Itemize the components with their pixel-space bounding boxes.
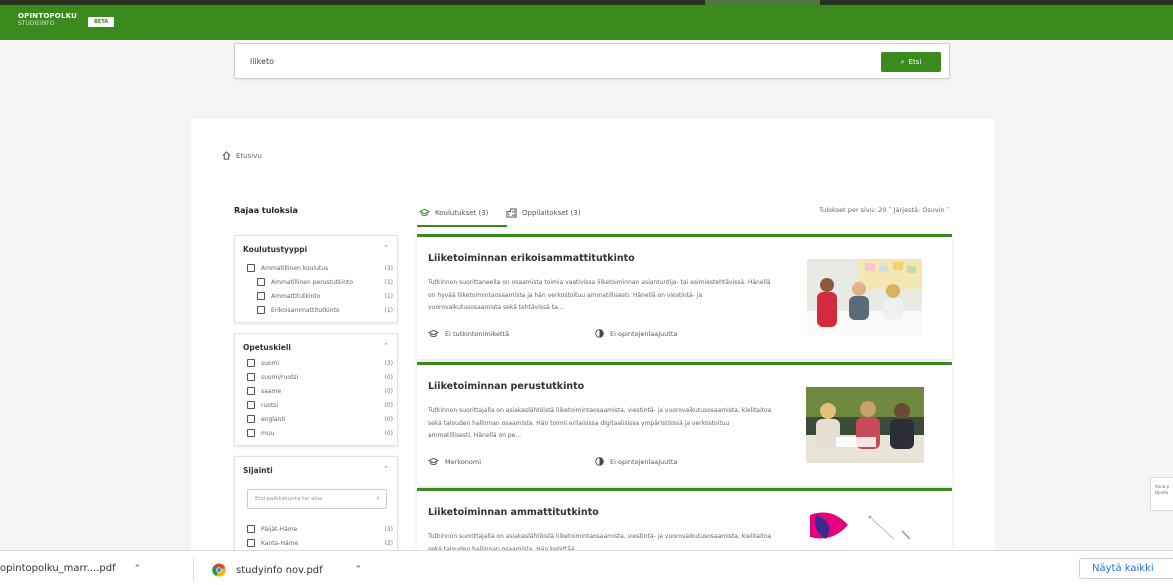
checkbox[interactable] bbox=[257, 306, 265, 314]
result-description: Tutkinnon suorittajalla on asiakaslähtöi… bbox=[428, 407, 772, 439]
location-search-input[interactable]: Etsi paikkakunta tai alue ⌕ bbox=[247, 489, 387, 509]
checkbox[interactable] bbox=[247, 539, 255, 547]
result-title[interactable]: Liiketoiminnan erikoisammattitutkinto bbox=[428, 253, 635, 264]
filter-title: Opetuskieli bbox=[243, 343, 292, 352]
graduation-cap-icon bbox=[428, 329, 439, 338]
result-title[interactable]: Liiketoiminnan perustutkinto bbox=[428, 381, 584, 392]
breadcrumb-home[interactable]: Etusivu bbox=[236, 152, 262, 160]
graduation-cap-icon bbox=[419, 208, 430, 217]
chrome-pdf-icon bbox=[212, 563, 226, 577]
download-filename[interactable]: studyinfo nov.pdf bbox=[236, 565, 323, 576]
checkbox[interactable] bbox=[257, 278, 265, 286]
checkbox[interactable] bbox=[247, 373, 255, 381]
opintopolku-logo[interactable]: OPINTOPOLKU STUDIEINFO bbox=[18, 13, 77, 28]
checkbox[interactable] bbox=[247, 415, 255, 423]
checkbox[interactable] bbox=[247, 359, 255, 367]
active-tab-indicator bbox=[417, 225, 507, 227]
filter-option[interactable]: Ammatillinen perustutkinto (1) bbox=[257, 277, 393, 287]
search-input[interactable]: liiketo bbox=[250, 57, 274, 66]
filters-title: Rajaa tuloksia bbox=[234, 206, 298, 215]
top-bar: OPINTOPOLKU STUDIEINFO BETA bbox=[0, 0, 1173, 40]
result-scope: Ei opintojenlaajuutta bbox=[595, 329, 677, 338]
search-icon: ⌕ bbox=[900, 57, 905, 66]
search-box[interactable]: liiketo ⌕ Etsi bbox=[234, 43, 950, 79]
feedback-tab[interactable]: Anna p Opinto bbox=[1150, 477, 1173, 511]
home-icon bbox=[222, 151, 231, 160]
search-button[interactable]: ⌕ Etsi bbox=[881, 52, 941, 72]
filter-option[interactable]: saame (0) bbox=[247, 386, 393, 396]
show-all-downloads-button[interactable]: Näytä kaikki bbox=[1079, 558, 1173, 579]
result-image-logo bbox=[802, 509, 927, 550]
download-filename[interactable]: opintopolku_marr....pdf bbox=[0, 563, 116, 574]
filter-option[interactable]: Kanta-Häme (2) bbox=[247, 538, 393, 548]
result-degree: Ei tutkintonimikettä bbox=[428, 329, 509, 338]
result-image-people bbox=[807, 259, 922, 335]
clock-icon bbox=[595, 329, 604, 338]
chevron-up-icon[interactable]: ⌃ bbox=[383, 465, 389, 473]
graduation-cap-icon bbox=[428, 457, 439, 466]
result-card[interactable]: Liiketoiminnan erikoisammattitutkinto Tu… bbox=[417, 234, 952, 359]
filter-option[interactable]: Ammatillinen koulutus (3) bbox=[247, 263, 393, 273]
chevron-up-icon[interactable]: ⌃ bbox=[355, 565, 363, 575]
result-image-students bbox=[806, 387, 924, 463]
beta-badge: BETA bbox=[88, 17, 115, 27]
result-description: Tutkinnon suorittaneella on osaamista to… bbox=[428, 279, 771, 311]
checkbox[interactable] bbox=[247, 525, 255, 533]
chevron-up-icon[interactable]: ⌃ bbox=[383, 244, 389, 252]
checkbox[interactable] bbox=[257, 292, 265, 300]
filter-option[interactable]: muu (0) bbox=[247, 428, 393, 438]
result-title[interactable]: Liiketoiminnan ammattitutkinto bbox=[428, 507, 599, 518]
filter-option[interactable]: ruotsi (0) bbox=[247, 400, 393, 410]
checkbox[interactable] bbox=[247, 429, 255, 437]
checkbox[interactable] bbox=[247, 401, 255, 409]
filter-option[interactable]: suomi/ruotsi (0) bbox=[247, 372, 393, 382]
breadcrumb[interactable]: Etusivu bbox=[222, 151, 262, 160]
result-scope: Ei opintojenlaajuutta bbox=[595, 457, 677, 466]
search-icon: ⌕ bbox=[376, 494, 380, 502]
filter-option[interactable]: Ammattitutkinto (1) bbox=[257, 291, 393, 301]
filter-koulutustyyppi: Koulutustyyppi ⌃ Ammatillinen koulutus (3… bbox=[234, 235, 398, 323]
result-card[interactable]: Liiketoiminnan ammattitutkinto Tutkinnon… bbox=[417, 488, 952, 550]
filter-option[interactable]: englanti (0) bbox=[247, 414, 393, 424]
tab-oppilaitokset[interactable]: Oppilaitokset (3) bbox=[506, 208, 580, 218]
chevron-up-icon[interactable]: ⌃ bbox=[134, 564, 142, 574]
tab-koulutukset[interactable]: Koulutukset (3) bbox=[419, 208, 488, 217]
download-item[interactable]: opintopolku_marr....pdf ⌃ bbox=[0, 563, 141, 574]
filter-option[interactable]: Erikoisammattitutkinto (1) bbox=[257, 305, 393, 315]
result-degree: Merkonomi bbox=[428, 457, 481, 466]
download-bar: opintopolku_marr....pdf ⌃ studyinfo nov.… bbox=[0, 550, 1173, 585]
filter-option[interactable]: Päijät-Häme (3) bbox=[247, 524, 393, 534]
results-controls[interactable]: Tulokset per sivu: 20 ˅ Järjestä: Osuvin… bbox=[819, 206, 950, 214]
filter-option[interactable]: suomi (3) bbox=[247, 358, 393, 368]
result-description: Tutkinnon suorittajalla on asiakaslähtöi… bbox=[428, 533, 772, 550]
chevron-up-icon[interactable]: ⌃ bbox=[383, 342, 389, 350]
download-item[interactable]: studyinfo nov.pdf ⌃ bbox=[212, 563, 362, 577]
filter-title: Koulutustyyppi bbox=[243, 245, 308, 254]
checkbox[interactable] bbox=[247, 264, 255, 272]
filter-sijainti: Sijainti ⌃ Etsi paikkakunta tai alue ⌕ P… bbox=[234, 456, 398, 550]
filter-title: Sijainti bbox=[243, 466, 273, 475]
result-card[interactable]: Liiketoiminnan perustutkinto Tutkinnon s… bbox=[417, 362, 952, 486]
checkbox[interactable] bbox=[247, 387, 255, 395]
filter-opetuskieli: Opetuskieli ⌃ suomi (3) suomi/ruotsi (0) s… bbox=[234, 333, 398, 446]
clock-icon bbox=[595, 457, 604, 466]
building-icon bbox=[506, 208, 517, 218]
browser-top-strip bbox=[0, 0, 1173, 5]
